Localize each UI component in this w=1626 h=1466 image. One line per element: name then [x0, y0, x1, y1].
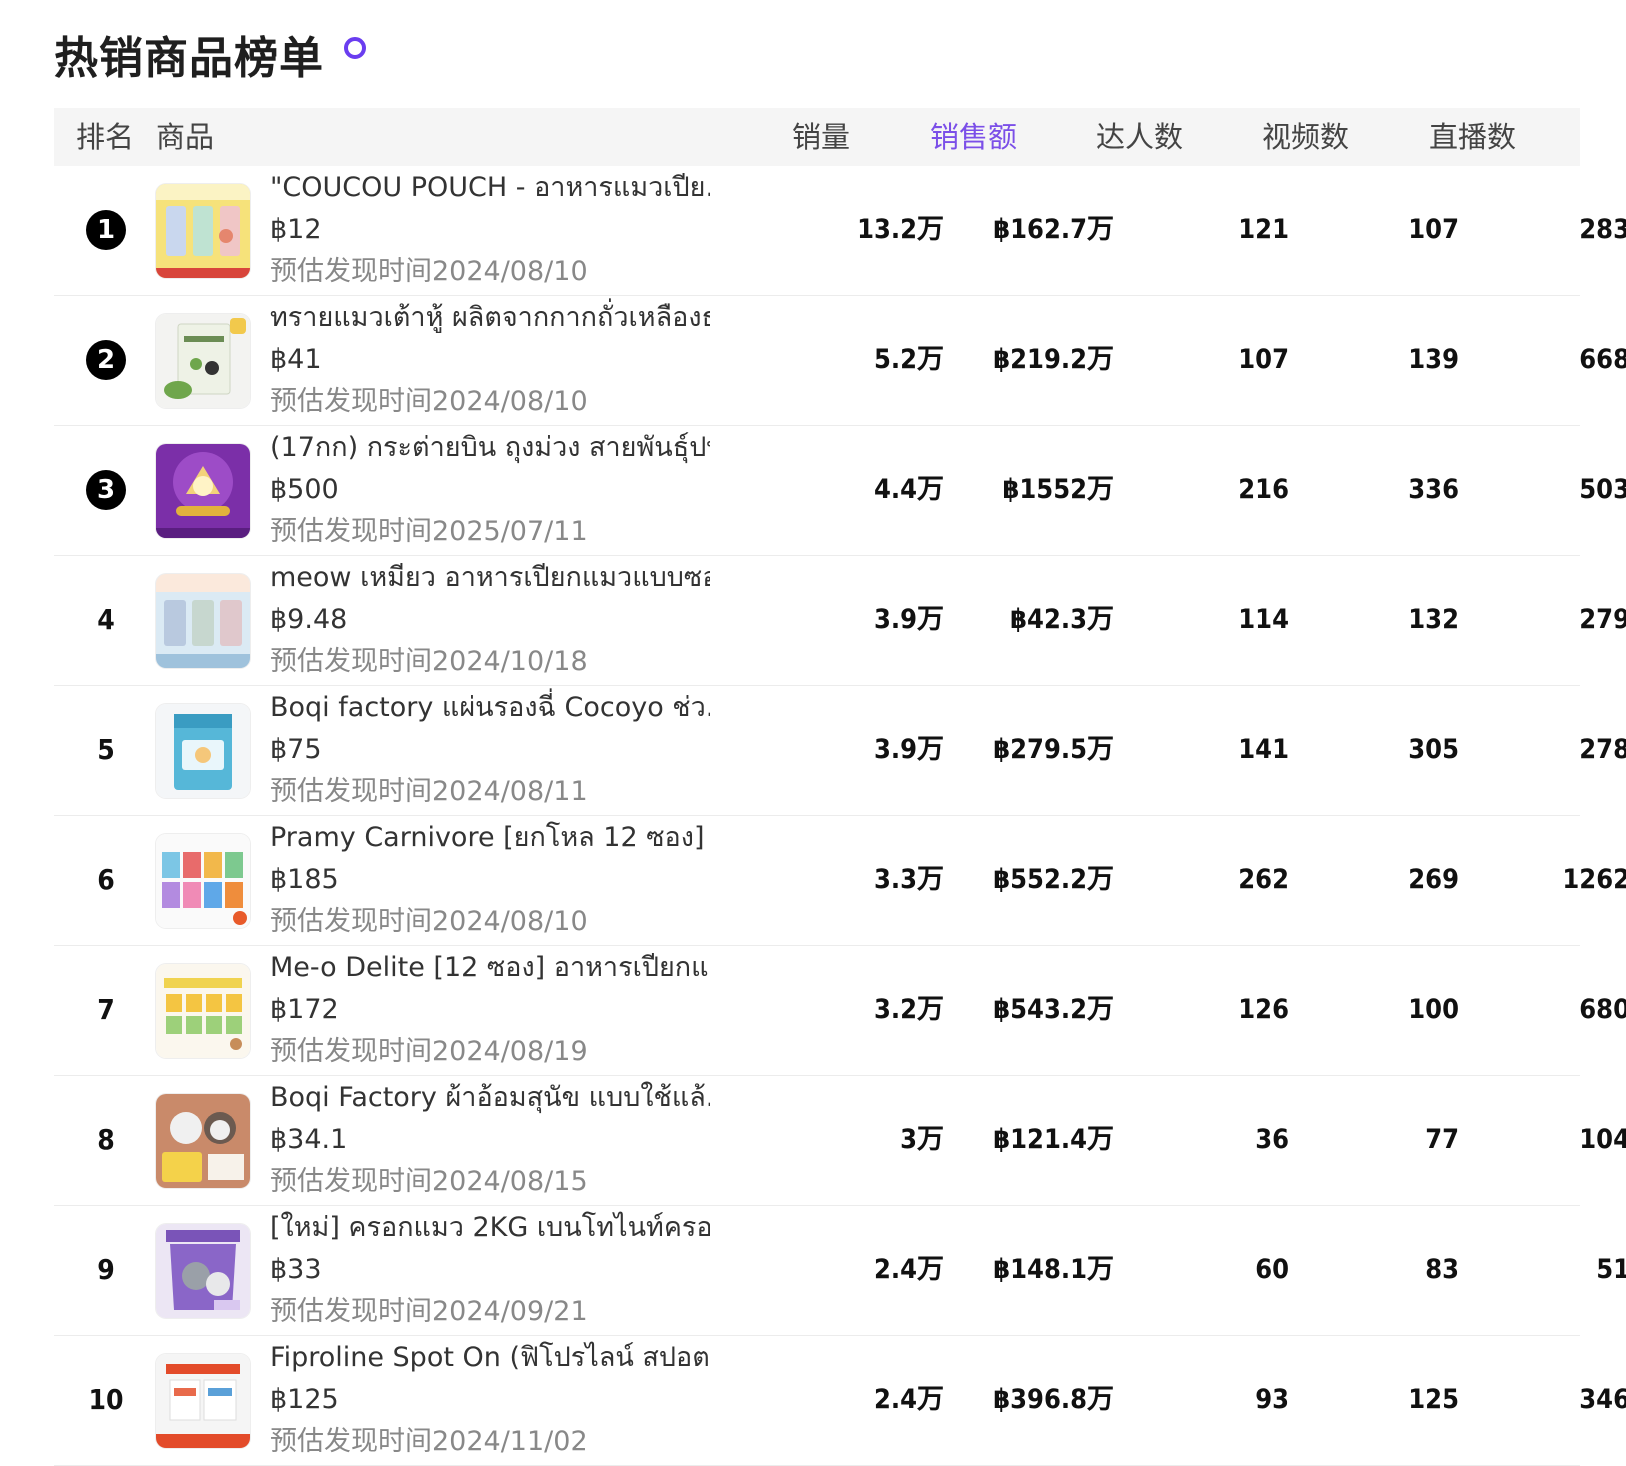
status-ring-icon: [344, 37, 366, 59]
rank-number: 4: [97, 603, 115, 636]
product-discovery-date: 预估发现时间2024/11/02: [270, 1426, 588, 1457]
live-count: 346: [1579, 1384, 1626, 1415]
table-row[interactable]: 5 Boqi factory แผ่นรองฉี่ Cocoyo ช่ว... ฿7…: [54, 686, 1626, 816]
product-name-link[interactable]: meow เหมียว อาหารเปียกแมวแบบซอ...: [270, 558, 710, 598]
page-header: 热销商品榜单: [54, 22, 366, 86]
live-count: 279: [1579, 604, 1626, 635]
product-price: ฿34.1: [270, 1124, 348, 1155]
column-header-creators[interactable]: 达人数: [1054, 108, 1183, 166]
product-name-link[interactable]: Boqi Factory ผ้าอ้อมสุนัข แบบใช้แล้...: [270, 1078, 710, 1118]
spot-on-box-thumb[interactable]: [156, 1354, 250, 1448]
product-discovery-date: 预估发现时间2025/07/11: [270, 516, 588, 547]
product-name-link[interactable]: Pramy Carnivore [ยกโหล 12 ซอง] ...: [270, 818, 710, 858]
rank-number: 10: [88, 1383, 124, 1416]
live-count: 104: [1579, 1124, 1626, 1155]
live-count: 51: [1596, 1254, 1626, 1285]
product-name-link[interactable]: [ใหม่] ครอกแมว 2KG เบนโทไนท์ครอ...: [270, 1208, 710, 1248]
product-price: ฿172: [270, 994, 339, 1025]
table-row[interactable]: 3 (17กก) กระต่ายบิน ถุงม่วง สายพันธุ์ปทุ.…: [54, 426, 1626, 556]
table-row[interactable]: 1 "COUCOU POUCH - อาหารแมวเปีย... ฿12 预估发现时…: [54, 166, 1626, 296]
pee-pad-pack-thumb[interactable]: [156, 704, 250, 798]
meo-delite-thumb[interactable]: [156, 964, 250, 1058]
column-header-live[interactable]: 直播数: [1384, 108, 1516, 166]
dog-diaper-thumb[interactable]: [156, 1094, 250, 1188]
table-body: 1 "COUCOU POUCH - อาหารแมวเปีย... ฿12 预估发现时…: [54, 166, 1626, 1466]
product-name-link[interactable]: Boqi factory แผ่นรองฉี่ Cocoyo ช่ว...: [270, 688, 710, 728]
rice-bag-purple-thumb[interactable]: [156, 444, 250, 538]
product-name-link[interactable]: Me-o Delite [12 ซอง] อาหารเปียกแ...: [270, 948, 710, 988]
column-header-product: 商品: [156, 120, 215, 154]
column-header-amount[interactable]: 销售额: [874, 108, 1017, 166]
tofu-cat-litter-thumb[interactable]: [156, 314, 250, 408]
bentonite-litter-thumb[interactable]: [156, 1224, 250, 1318]
table-row[interactable]: 7 Me-o Delite [12 ซอง] อาหารเปียกแ... ฿172…: [54, 946, 1626, 1076]
product-discovery-date: 预估发现时间2024/10/18: [270, 646, 588, 677]
product-name-link[interactable]: ทรายแมวเต้าหู้ ผลิตจากกากถั่วเหลืองธ...: [270, 298, 710, 338]
product-price: ฿41: [270, 344, 322, 375]
product-name-link[interactable]: "COUCOU POUCH - อาหารแมวเปีย...: [270, 168, 710, 208]
table-row[interactable]: 2 ทรายแมวเต้าหู้ ผลิตจากกากถั่วเหลืองธ...…: [54, 296, 1626, 426]
product-price: ฿125: [270, 1384, 339, 1415]
product-price: ฿75: [270, 734, 322, 765]
table-row[interactable]: 9 [ใหม่] ครอกแมว 2KG เบนโทไนท์ครอ... ฿33 预估…: [54, 1206, 1626, 1336]
table-row[interactable]: 8 Boqi Factory ผ้าอ้อมสุนัข แบบใช้แล้... ฿…: [54, 1076, 1626, 1206]
rank-medal-badge: 1: [86, 210, 126, 250]
rank-number: 8: [97, 1123, 115, 1156]
live-count: 278: [1579, 734, 1626, 765]
rank-number: 7: [97, 993, 115, 1026]
column-header-videos[interactable]: 视频数: [1214, 108, 1349, 166]
product-price: ฿33: [270, 1254, 322, 1285]
table-row[interactable]: 6 Pramy Carnivore [ยกโหล 12 ซอง] ... ฿185 预…: [54, 816, 1626, 946]
product-name-link[interactable]: Fiproline Spot On (ฟิโปรไลน์ สปอต...: [270, 1338, 710, 1378]
product-discovery-date: 预估发现时间2024/08/10: [270, 906, 588, 937]
live-count: 503: [1579, 474, 1626, 505]
product-price: ฿12: [270, 214, 322, 245]
hot-products-table: 排名 商品 销量 销售额 达人数 视频数 直播数 1 "COUCOU POUCH …: [54, 108, 1626, 1466]
product-discovery-date: 预估发现时间2024/08/10: [270, 256, 588, 287]
rank-number: 6: [97, 863, 115, 896]
column-header-sales[interactable]: 销量: [744, 108, 850, 166]
product-price: ฿9.48: [270, 604, 348, 635]
cat-wet-food-pouch-thumb[interactable]: [156, 184, 250, 278]
meow-wet-food-thumb[interactable]: [156, 574, 250, 668]
product-price: ฿185: [270, 864, 339, 895]
live-count: 1262: [1562, 864, 1626, 895]
product-price: ฿500: [270, 474, 339, 505]
product-discovery-date: 预估发现时间2024/08/10: [270, 386, 588, 417]
product-discovery-date: 预估发现时间2024/08/19: [270, 1036, 588, 1067]
rank-medal-badge: 2: [86, 340, 126, 380]
page-title: 热销商品榜单: [54, 33, 324, 84]
pramy-pouches-thumb[interactable]: [156, 834, 250, 928]
rank-number: 5: [97, 733, 115, 766]
rank-medal-badge: 3: [86, 470, 126, 510]
live-count: 680: [1579, 994, 1626, 1025]
live-count: 283: [1579, 214, 1626, 245]
table-row[interactable]: 10 Fiproline Spot On (ฟิโปรไลน์ สปอต... ฿1…: [54, 1336, 1626, 1466]
column-header-rank: 排名: [76, 120, 135, 154]
table-row[interactable]: 4 meow เหมียว อาหารเปียกแมวแบบซอ... ฿9.48 预…: [54, 556, 1626, 686]
product-discovery-date: 预估发现时间2024/09/21: [270, 1296, 588, 1327]
product-name-link[interactable]: (17กก) กระต่ายบิน ถุงม่วง สายพันธุ์ปทุ..…: [270, 428, 710, 468]
product-discovery-date: 预估发现时间2024/08/11: [270, 776, 588, 807]
rank-number: 9: [97, 1253, 115, 1286]
table-header: 排名 商品 销量 销售额 达人数 视频数 直播数: [54, 108, 1580, 166]
live-count: 668: [1579, 344, 1626, 375]
product-discovery-date: 预估发现时间2024/08/15: [270, 1166, 588, 1197]
